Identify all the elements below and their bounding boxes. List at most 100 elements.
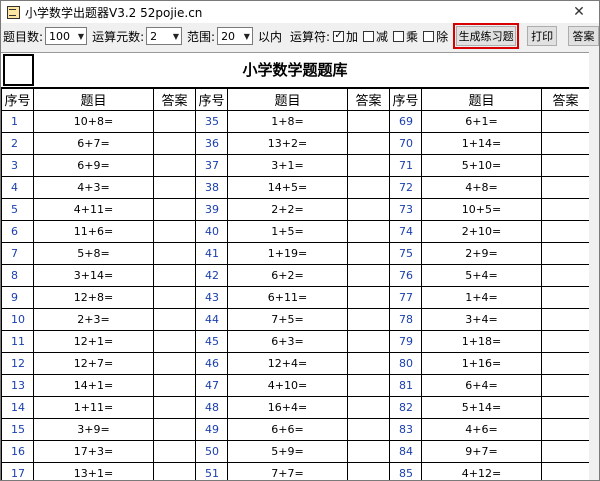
answer-cell: [541, 286, 589, 309]
op-mul-label: 乘: [406, 29, 419, 44]
problem-table: 序号 题目 答案 序号 题目 答案 序号 题目 答案 1 10+8= 35 1+8= 6…: [1, 88, 589, 480]
answer-cell: [347, 154, 390, 177]
answer-button[interactable]: 答案: [568, 26, 599, 46]
table-row: 5 4+11= 39 2+2= 73 10+5=: [1, 198, 589, 221]
problem-text: 2+9=: [421, 242, 542, 265]
problem-text: 6+7=: [33, 132, 154, 155]
table-row: 16 17+3= 50 5+9= 84 9+7=: [1, 440, 589, 463]
answer-cell: [347, 132, 390, 155]
answer-cell: [541, 440, 589, 463]
op-sub-checkbox[interactable]: 减: [363, 28, 388, 45]
chevron-down-icon: ▼: [172, 31, 180, 41]
problem-text: 16+4=: [227, 396, 348, 419]
problem-text: 4+10=: [227, 374, 348, 397]
problem-text: 1+19=: [227, 242, 348, 265]
problem-text: 1+4=: [421, 286, 542, 309]
problem-number: 4: [1, 176, 34, 199]
problem-number: 77: [389, 286, 422, 309]
op-div-checkbox[interactable]: 除: [423, 28, 448, 45]
problem-number: 3: [1, 154, 34, 177]
answer-cell: [153, 110, 196, 133]
count-select[interactable]: 100 ▼: [45, 27, 88, 45]
answer-cell: [347, 396, 390, 419]
problem-number: 81: [389, 374, 422, 397]
answer-cell: [153, 396, 196, 419]
problem-number: 38: [195, 176, 228, 199]
answer-cell: [541, 330, 589, 353]
problem-text: 3+14=: [33, 264, 154, 287]
answer-cell: [347, 242, 390, 265]
answer-cell: [153, 462, 196, 480]
problem-text: 3+1=: [227, 154, 348, 177]
op-mul-checkbox[interactable]: 乘: [393, 28, 418, 45]
range-select[interactable]: 20 ▼: [217, 27, 253, 45]
window-title: 小学数学出题器V3.2 52pojie.cn: [25, 5, 203, 20]
problem-text: 11+6=: [33, 220, 154, 243]
problem-text: 12+7=: [33, 352, 154, 375]
answer-cell: [347, 330, 390, 353]
answer-cell: [153, 286, 196, 309]
answer-cell: [541, 418, 589, 441]
problem-number: 15: [1, 418, 34, 441]
range-value: 20: [221, 29, 236, 43]
problem-number: 11: [1, 330, 34, 353]
answer-cell: [347, 462, 390, 480]
answer-cell: [153, 242, 196, 265]
col-header: 序号: [1, 88, 34, 111]
problem-number: 40: [195, 220, 228, 243]
ops-label: 运算符:: [289, 29, 331, 44]
app-icon: [6, 5, 20, 19]
print-button[interactable]: 打印: [527, 26, 558, 46]
toolbar: 题目数: 100 ▼ 运算元数: 2 ▼ 范围: 20 ▼ 以内 运算符: ✓ …: [1, 23, 599, 49]
problem-number: 35: [195, 110, 228, 133]
generate-button[interactable]: 生成练习题: [456, 26, 517, 46]
answer-cell: [347, 220, 390, 243]
table-row: 10 2+3= 44 7+5= 78 3+4=: [1, 308, 589, 331]
answer-cell: [347, 440, 390, 463]
checkbox-icon: [393, 30, 405, 42]
answer-cell: [541, 176, 589, 199]
answer-cell: [541, 264, 589, 287]
problem-text: 7+7=: [227, 462, 348, 480]
problem-grid: 序号 题目 答案 序号 题目 答案 序号 题目 答案 1 10+8= 35 1+8= 6…: [1, 88, 589, 480]
operands-select[interactable]: 2 ▼: [146, 27, 183, 45]
answer-cell: [541, 110, 589, 133]
op-add-checkbox[interactable]: ✓ 加: [333, 28, 358, 45]
problem-number: 1: [1, 110, 34, 133]
problem-text: 1+18=: [421, 330, 542, 353]
problem-number: 2: [1, 132, 34, 155]
problem-text: 1+16=: [421, 352, 542, 375]
problem-number: 12: [1, 352, 34, 375]
problem-number: 13: [1, 374, 34, 397]
problem-number: 14: [1, 396, 34, 419]
problem-text: 5+14=: [421, 396, 542, 419]
answer-cell: [153, 220, 196, 243]
answer-cell: [347, 198, 390, 221]
problem-text: 10+8=: [33, 110, 154, 133]
answer-cell: [541, 308, 589, 331]
problem-text: 12+1=: [33, 330, 154, 353]
table-row: 11 12+1= 45 6+3= 79 1+18=: [1, 330, 589, 353]
problem-number: 50: [195, 440, 228, 463]
problem-text: 6+2=: [227, 264, 348, 287]
answer-cell: [541, 374, 589, 397]
problem-number: 37: [195, 154, 228, 177]
problem-text: 6+9=: [33, 154, 154, 177]
close-button[interactable]: ✕: [559, 1, 599, 23]
problem-text: 6+3=: [227, 330, 348, 353]
col-header: 答案: [541, 88, 589, 111]
vertical-scrollbar[interactable]: [589, 52, 599, 480]
problem-text: 9+7=: [421, 440, 542, 463]
answer-cell: [153, 418, 196, 441]
problem-text: 7+5=: [227, 308, 348, 331]
problem-text: 5+8=: [33, 242, 154, 265]
count-value: 100: [49, 29, 71, 43]
col-header: 题目: [33, 88, 154, 111]
problem-number: 78: [389, 308, 422, 331]
worksheet: 小学数学题题库 序号 题目 答案 序号 题目 答案 序号 题目 答案 1 10+…: [1, 52, 589, 480]
table-row: 8 3+14= 42 6+2= 76 5+4=: [1, 264, 589, 287]
table-row: 9 12+8= 43 6+11= 77 1+4=: [1, 286, 589, 309]
checkbox-icon: [363, 30, 375, 42]
problem-number: 6: [1, 220, 34, 243]
worksheet-header: 小学数学题题库: [1, 53, 589, 88]
